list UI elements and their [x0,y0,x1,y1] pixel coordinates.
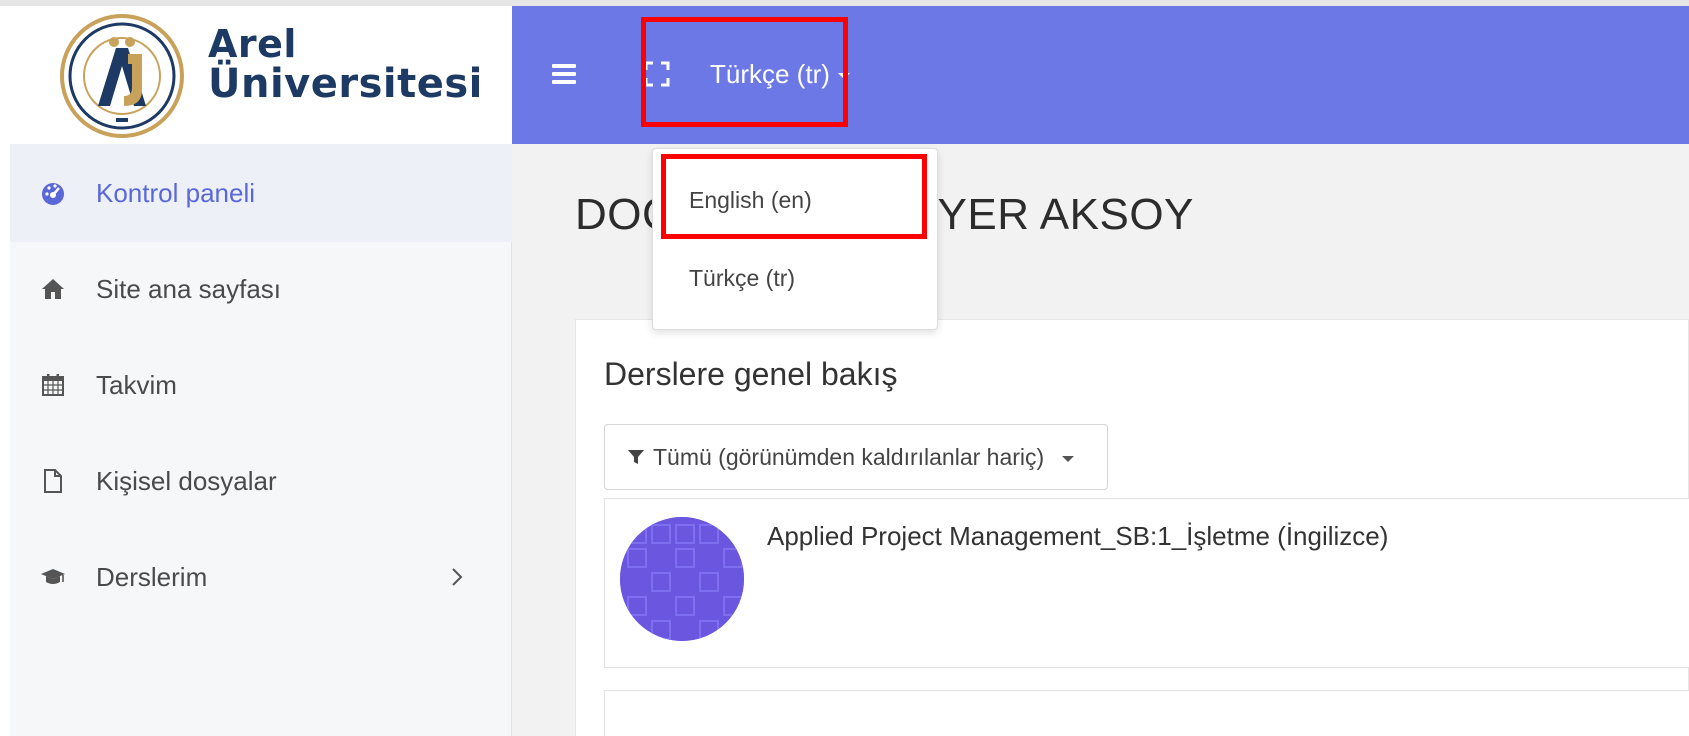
brand-line-2: Üniversitesi [208,61,483,107]
sidebar-item-label: Takvim [96,369,177,400]
language-selector-label: Türkçe (tr) [710,58,830,89]
sidebar-item-label: Derslerim [96,561,208,592]
sidebar-item-calendar[interactable]: Takvim [10,336,512,434]
language-option-turkish[interactable]: Türkçe (tr) [653,243,939,313]
course-list-item[interactable]: Applied Project Management_SB:1_İşletme … [604,498,1689,668]
sidebar-item-dashboard[interactable]: Kontrol paneli [10,144,512,242]
sidebar-item-label: Site ana sayfası [96,273,281,304]
fullscreen-icon[interactable] [644,61,670,87]
course-filter-label: Tümü (görünümden kaldırılanlar hariç) [653,443,1045,470]
sidebar: Kontrol paneli Site ana sayfası Takvim K… [10,144,512,736]
brand-line-1: Arel [208,22,297,66]
course-pattern-image [620,517,744,641]
calendar-icon [42,374,64,396]
language-option-english[interactable]: English (en) [653,165,939,235]
home-icon [42,279,64,299]
sidebar-item-label: Kişisel dosyalar [96,465,277,496]
course-image [620,517,744,641]
caret-down-icon [1062,455,1075,462]
sidebar-item-private-files[interactable]: Kişisel dosyalar [10,432,512,530]
sidebar-item-my-courses[interactable]: Derslerim [10,528,512,626]
caret-down-icon [837,72,850,79]
sidebar-item-site-home[interactable]: Site ana sayfası [10,240,512,338]
course-list-item[interactable] [604,690,1689,736]
language-dropdown-menu: English (en) Türkçe (tr) [652,148,938,330]
filter-icon [628,450,644,464]
file-icon [44,469,62,493]
dashboard-icon [42,183,64,205]
sidebar-item-label: Kontrol paneli [96,177,255,208]
logo-area[interactable]: Arel Üniversitesi [10,6,512,144]
language-selector-button[interactable]: Türkçe (tr) [710,56,850,92]
course-overview-title: Derslere genel bakış [604,356,898,392]
course-filter-dropdown[interactable]: Tümü (görünümden kaldırılanlar hariç) [604,424,1108,490]
chevron-right-icon [452,568,463,586]
brand-name: Arel Üniversitesi [208,24,483,104]
top-navbar: Türkçe (tr) [512,6,1689,144]
hamburger-menu-icon[interactable] [552,64,576,84]
app-window: Arel Üniversitesi Türkçe (tr) Kontrol pa… [0,0,1689,736]
course-name-link[interactable]: Applied Project Management_SB:1_İşletme … [767,521,1388,552]
university-seal-logo [60,14,184,138]
course-overview-card: Derslere genel bakış Tümü (görünümden ka… [575,319,1689,736]
graduation-cap-icon [41,569,65,584]
